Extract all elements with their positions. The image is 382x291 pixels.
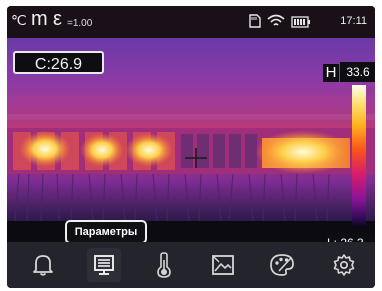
- status-icons: [249, 14, 311, 33]
- emissivity-value: =1.00: [67, 18, 93, 29]
- parameters-tooltip: Параметры: [65, 220, 147, 244]
- settings-icon: [333, 254, 355, 276]
- settings-button[interactable]: [327, 248, 361, 282]
- bottom-toolbar: [7, 242, 375, 288]
- color-scale-bar: [352, 85, 366, 228]
- palette-button[interactable]: [265, 248, 299, 282]
- clock: 17:11: [340, 15, 367, 27]
- temperature-unit: ℃: [11, 12, 27, 28]
- status-bar: ℃ m ε =1.00 17:11: [7, 6, 375, 38]
- temperature-button[interactable]: [147, 248, 181, 282]
- high-temperature-value: 33.6: [340, 62, 375, 82]
- distance-unit: m: [31, 8, 48, 30]
- image-icon: [212, 255, 234, 275]
- monitor-icon: [94, 255, 114, 275]
- thermometer-icon: [157, 252, 171, 278]
- battery-icon: [291, 15, 311, 33]
- center-temperature-readout: C:26.9: [13, 51, 104, 74]
- image-mode-button[interactable]: [206, 248, 240, 282]
- emissivity-symbol: ε: [53, 8, 62, 30]
- palette-icon: [270, 254, 294, 276]
- wifi-icon: [267, 14, 285, 33]
- alarm-button[interactable]: [26, 248, 60, 282]
- parameters-button[interactable]: [87, 248, 121, 282]
- bell-icon: [33, 255, 53, 276]
- thermal-camera-screen: ℃ m ε =1.00 17:11 C:26.9 H 33.6 L: 26.3 …: [7, 6, 375, 288]
- sd-card-icon: [249, 14, 261, 33]
- high-temperature-label: H: [323, 64, 339, 82]
